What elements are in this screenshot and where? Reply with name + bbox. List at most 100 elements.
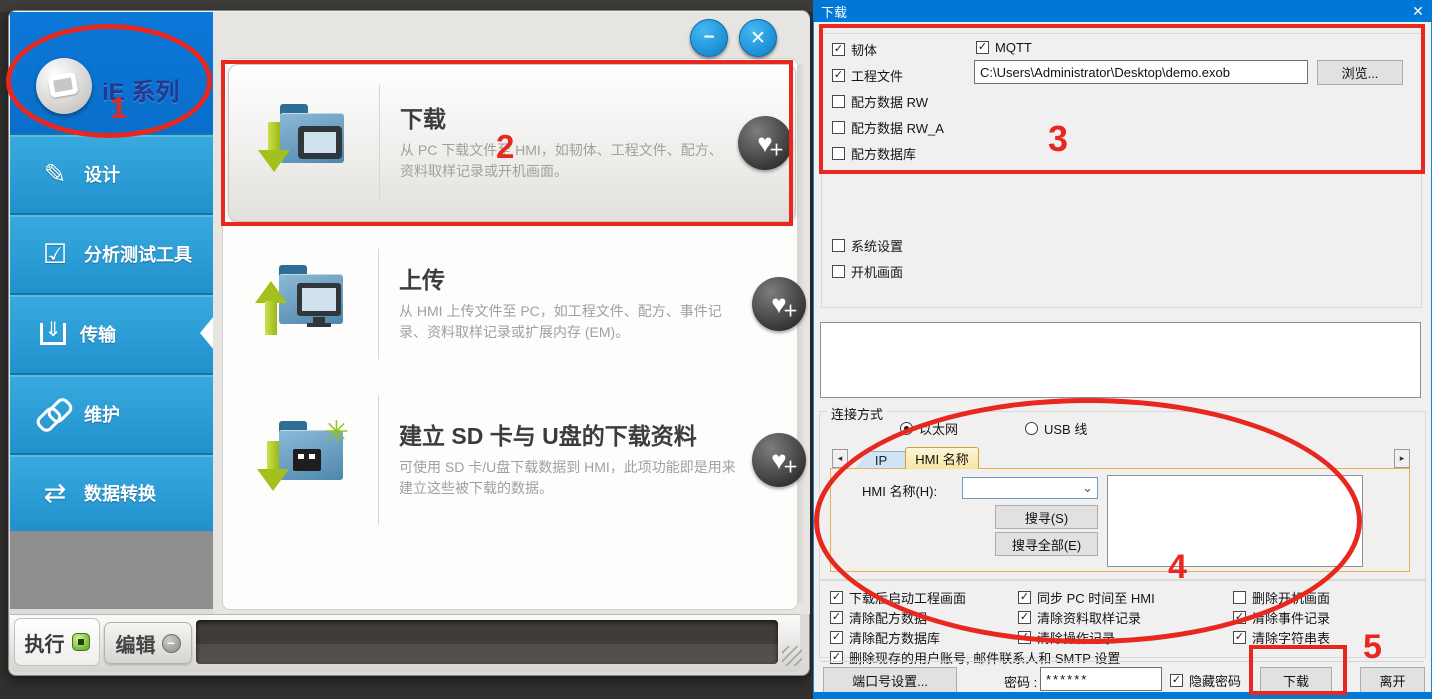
startup-screen-checkbox[interactable]: 开机画面 bbox=[832, 262, 903, 281]
run-button[interactable]: 执行 bbox=[14, 618, 100, 666]
checkbox-box[interactable]: ✓ bbox=[830, 631, 843, 644]
dialog-close-icon[interactable]: ✕ bbox=[1404, 0, 1432, 22]
sync-pc-time-checkbox[interactable]: ✓ 同步 PC 时间至 HMI bbox=[1018, 588, 1155, 607]
brand-label: iE 系列 bbox=[102, 72, 179, 107]
sidebar-item-design[interactable]: ✎ 设计 bbox=[10, 133, 213, 213]
radio-button[interactable] bbox=[900, 422, 913, 435]
checkbox-box[interactable]: ✓ bbox=[1170, 674, 1183, 687]
checkbox-box[interactable]: ✓ bbox=[1018, 611, 1031, 624]
edit-button[interactable]: 编辑 − bbox=[104, 622, 192, 664]
checkbox-box[interactable] bbox=[832, 95, 845, 108]
tab-hmi-name[interactable]: HMI 名称 bbox=[905, 447, 979, 469]
dialog-titlebar[interactable]: 下载 bbox=[813, 0, 1432, 22]
firmware-checkbox[interactable]: ✓ 韧体 bbox=[832, 40, 877, 59]
spark-icon: ✳ bbox=[324, 415, 349, 450]
run-project-after-download-checkbox[interactable]: ✓ 下载后启动工程画面 bbox=[830, 588, 966, 607]
sidebar-item-label: 传输 bbox=[80, 321, 116, 347]
checkbox-label: 清除事件记录 bbox=[1252, 608, 1330, 627]
checkbox-box[interactable]: ✓ bbox=[830, 611, 843, 624]
sidebar-item-label: 数据转换 bbox=[84, 480, 156, 506]
hide-password-checkbox[interactable]: ✓ 隐藏密码 bbox=[1170, 671, 1241, 690]
project-file-checkbox[interactable]: ✓ 工程文件 bbox=[832, 66, 903, 85]
card-desc: 从 PC 下载文件至 HMI，如韧体、工程文件、配方、资料取样记录或开机画面。 bbox=[400, 140, 730, 182]
hmi-name-input[interactable] bbox=[965, 479, 1077, 497]
sidebar-item-label: 设计 bbox=[84, 161, 120, 187]
recipe-rw-checkbox[interactable]: 配方数据 RW bbox=[832, 92, 928, 111]
checkbox-box[interactable]: ✓ bbox=[830, 651, 843, 664]
checkbox-box[interactable] bbox=[832, 121, 845, 134]
transfer-tray-icon: ⇓ bbox=[40, 323, 66, 345]
clear-recipe-data-checkbox[interactable]: ✓ 清除配方数据 bbox=[830, 608, 927, 627]
hmi-result-listbox[interactable] bbox=[1107, 475, 1363, 567]
delete-startup-screen-checkbox[interactable]: 删除开机画面 bbox=[1233, 588, 1330, 607]
tab-scroll-left-icon[interactable]: ◂ bbox=[832, 449, 848, 468]
system-settings-checkbox[interactable]: 系统设置 bbox=[832, 236, 903, 255]
upload-folder-icon bbox=[255, 257, 351, 351]
checkbox-box[interactable] bbox=[832, 239, 845, 252]
usb-radio[interactable]: USB 线 bbox=[1025, 419, 1087, 438]
message-listbox[interactable] bbox=[820, 322, 1421, 398]
clear-operation-log-checkbox[interactable]: ✓ 清除操作记录 bbox=[1018, 628, 1115, 647]
port-settings-button[interactable]: 端口号设置... bbox=[823, 667, 957, 693]
exit-button[interactable]: 离开 bbox=[1360, 667, 1425, 693]
favorite-add-button[interactable]: ♥ ＋ bbox=[738, 116, 792, 170]
minus-circle-icon: − bbox=[162, 634, 181, 653]
sidebar-brand[interactable]: iE 系列 bbox=[10, 12, 213, 133]
checkbox-box[interactable]: ✓ bbox=[832, 69, 845, 82]
recipe-rwa-checkbox[interactable]: 配方数据 RW_A bbox=[832, 118, 944, 137]
checkbox-label: 隐藏密码 bbox=[1189, 671, 1241, 690]
project-file-path-input[interactable] bbox=[974, 60, 1308, 84]
card-upload[interactable]: 上传 从 HMI 上传文件至 PC，如工程文件、配方、事件记录、资料取样记录或扩… bbox=[228, 240, 796, 368]
card-desc: 从 HMI 上传文件至 PC，如工程文件、配方、事件记录、资料取样记录或扩展内存… bbox=[399, 301, 744, 343]
checkbox-box[interactable] bbox=[1233, 591, 1246, 604]
plus-icon: ＋ bbox=[769, 139, 784, 160]
sidebar-item-transfer[interactable]: ⇓ 传输 bbox=[10, 293, 213, 373]
clear-event-log-checkbox[interactable]: ✓ 清除事件记录 bbox=[1233, 608, 1330, 627]
recipe-db-checkbox[interactable]: 配方数据库 bbox=[832, 144, 916, 163]
checkbox-box[interactable]: ✓ bbox=[1233, 611, 1246, 624]
checkbox-box[interactable]: ✓ bbox=[1018, 631, 1031, 644]
checkbox-box[interactable]: ✓ bbox=[832, 43, 845, 56]
resize-grip-icon[interactable] bbox=[782, 646, 802, 666]
browse-button[interactable]: 浏览... bbox=[1317, 60, 1403, 85]
status-log-area bbox=[196, 620, 778, 664]
card-sd-usb[interactable]: ✳ 建立 SD 卡与 U盘的下载资料 可使用 SD 卡/U盘下载数据到 HMI，… bbox=[228, 385, 796, 535]
sidebar-item-data-convert[interactable]: ⇄ 数据转换 bbox=[10, 453, 213, 531]
checkbox-box[interactable]: ✓ bbox=[1018, 591, 1031, 604]
checkbox-label: 删除现存的用户账号, 邮件联系人和 SMTP 设置 bbox=[849, 648, 1120, 667]
checkbox-box[interactable]: ✓ bbox=[976, 41, 989, 54]
sidebar-item-label: 分析测试工具 bbox=[84, 241, 192, 267]
checkbox-label: 清除字符串表 bbox=[1252, 628, 1330, 647]
password-input[interactable] bbox=[1040, 667, 1162, 691]
checkbox-box[interactable] bbox=[832, 265, 845, 278]
clear-string-table-checkbox[interactable]: ✓ 清除字符串表 bbox=[1233, 628, 1330, 647]
card-title: 建立 SD 卡与 U盘的下载资料 bbox=[399, 422, 739, 451]
sidebar-item-analysis-tools[interactable]: ☑ 分析测试工具 bbox=[10, 213, 213, 293]
minimize-button[interactable]: − bbox=[690, 19, 728, 57]
card-download[interactable]: 下载 从 PC 下载文件至 HMI，如韧体、工程文件、配方、资料取样记录或开机画… bbox=[228, 64, 796, 222]
delete-accounts-smtp-checkbox[interactable]: ✓ 删除现存的用户账号, 邮件联系人和 SMTP 设置 bbox=[830, 648, 1120, 667]
search-all-button[interactable]: 搜寻全部(E) bbox=[995, 532, 1098, 556]
sidebar-item-maintenance[interactable]: 维护 bbox=[10, 373, 213, 453]
scrollbar[interactable] bbox=[797, 64, 805, 604]
clear-sampling-records-checkbox[interactable]: ✓ 清除资料取样记录 bbox=[1018, 608, 1141, 627]
checkbox-label: 开机画面 bbox=[851, 262, 903, 281]
favorite-add-button[interactable]: ♥ ＋ bbox=[752, 433, 806, 487]
hmi-name-combobox[interactable]: ⌄ bbox=[962, 477, 1098, 499]
tab-scroll-right-icon[interactable]: ▸ bbox=[1394, 449, 1410, 468]
mqtt-checkbox[interactable]: ✓ MQTT bbox=[976, 40, 1032, 55]
radio-button[interactable] bbox=[1025, 422, 1038, 435]
checkbox-box[interactable] bbox=[832, 147, 845, 160]
sidebar-item-label: 维护 bbox=[84, 401, 120, 427]
checkbox-box[interactable]: ✓ bbox=[830, 591, 843, 604]
checkbox-box[interactable]: ✓ bbox=[1233, 631, 1246, 644]
checkbox-label: 韧体 bbox=[851, 40, 877, 59]
checkbox-label: 删除开机画面 bbox=[1252, 588, 1330, 607]
app-logo-icon bbox=[36, 58, 92, 114]
ethernet-radio[interactable]: 以太网 bbox=[900, 419, 958, 438]
clear-recipe-db-checkbox[interactable]: ✓ 清除配方数据库 bbox=[830, 628, 940, 647]
search-button[interactable]: 搜寻(S) bbox=[995, 505, 1098, 529]
download-button[interactable]: 下载 bbox=[1260, 667, 1332, 693]
favorite-add-button[interactable]: ♥ ＋ bbox=[752, 277, 806, 331]
close-button[interactable]: ✕ bbox=[739, 19, 777, 57]
